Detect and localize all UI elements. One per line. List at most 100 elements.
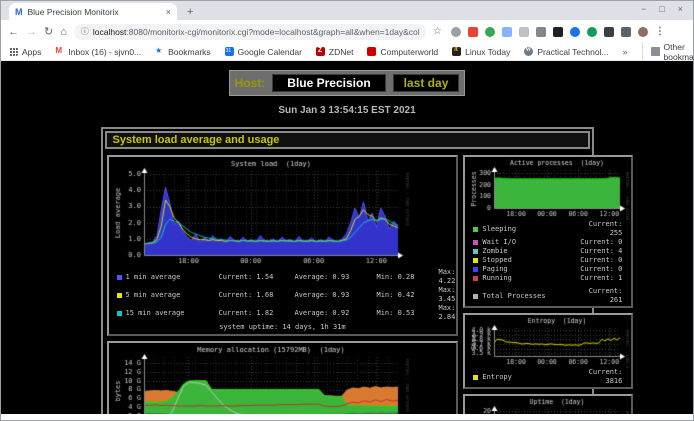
legend-swatch	[473, 375, 478, 380]
messenger-extension-icon[interactable]	[570, 27, 580, 37]
green-circle-extension-icon[interactable]	[587, 27, 597, 37]
legend-text: Max: 3.45	[439, 286, 456, 304]
system-load-chart[interactable]	[110, 158, 410, 268]
processes-chart-panel: SleepingCurrent: 255Wait I/OCurrent: 0Zo…	[463, 155, 633, 308]
close-button[interactable]: ×	[678, 4, 683, 14]
legend-row: SleepingCurrent: 255	[466, 220, 630, 238]
legend-swatch	[117, 293, 122, 298]
bookmark-item[interactable]: Practical Technol...	[524, 47, 608, 57]
legend-swatch	[473, 258, 478, 263]
globe-extension-icon[interactable]	[485, 27, 495, 37]
url-path: :8080/monitorix-cgi/monitorix.cgi?mode=l…	[126, 27, 418, 37]
tab-close-icon[interactable]: ×	[166, 7, 171, 17]
legend-text: Total Processes	[482, 292, 572, 301]
other-bookmarks-label: Other bookmarks	[664, 42, 694, 62]
legend-text: Current: 1.68	[219, 291, 295, 300]
bookmark-label: Computerworld	[380, 47, 438, 57]
media-extension-icon[interactable]	[536, 27, 546, 37]
legend-row: 1 min averageCurrent: 1.54Average: 0.93M…	[110, 268, 456, 286]
camera-extension-icon[interactable]	[519, 27, 529, 37]
entropy-legend: EntropyCurrent: 3816	[466, 368, 630, 386]
tab-list-icon[interactable]	[621, 27, 631, 37]
legend-text: Current: 0	[572, 265, 630, 274]
bookmark-star-icon[interactable]: ☆	[433, 26, 442, 37]
browser-tab[interactable]: M Blue Precision Monitorix ×	[9, 3, 177, 20]
new-tab-button[interactable]: +	[187, 6, 193, 20]
legend-text: Sleeping	[482, 225, 572, 234]
legend-text: Min: 0.42	[377, 291, 439, 300]
bookmark-item[interactable]: Google Calendar	[225, 47, 302, 57]
legend-text: 15 min average	[126, 309, 219, 318]
legend-text: Paging	[482, 265, 572, 274]
gmail-extension-icon[interactable]	[468, 27, 478, 37]
bookmarks-bar: Apps Inbox (16) - sjvn0... Bookmarks Google…	[1, 43, 693, 61]
legend-row: Wait I/OCurrent: 0	[466, 238, 630, 247]
bookmarks-overflow-icon[interactable]: »	[623, 47, 628, 57]
legend-text: Average: 0.93	[295, 291, 377, 300]
bookmark-label: Inbox (16) - sjvn0...	[68, 47, 141, 57]
monitorix-page: Host: Blue Precision last day Sun Jan 3 …	[1, 61, 693, 420]
legend-row: RunningCurrent: 1	[466, 274, 630, 283]
legend-text: Average: 0.93	[295, 273, 377, 282]
gmail-icon	[55, 47, 64, 56]
bookmark-label: Apps	[22, 47, 41, 57]
charts-grid: 1 min averageCurrent: 1.54Average: 0.93M…	[103, 151, 592, 420]
tab-title: Blue Precision Monitorix	[28, 7, 161, 17]
browser-menu-icon[interactable]: ⋮	[655, 26, 665, 37]
minimize-button[interactable]: −	[641, 4, 646, 14]
search-extension-icon[interactable]	[451, 27, 461, 37]
bookmark-label: Linux Today	[465, 47, 510, 57]
system-load-chart-panel: 1 min averageCurrent: 1.54Average: 0.93M…	[107, 155, 459, 336]
memory-allocation-chart[interactable]	[110, 344, 410, 420]
processes-legend: SleepingCurrent: 255Wait I/OCurrent: 0Zo…	[466, 220, 630, 305]
legend-text: 1 min average	[126, 273, 219, 282]
site-info-icon[interactable]: ⓘ	[81, 26, 89, 37]
bookmark-items: Apps Inbox (16) - sjvn0... Bookmarks Google…	[9, 47, 609, 57]
home-button[interactable]: ⌂	[60, 26, 67, 38]
host-select[interactable]: Blue Precision	[272, 74, 385, 92]
entropy-chart[interactable]	[466, 316, 630, 368]
forward-button[interactable]: →	[26, 26, 37, 38]
legend-swatch	[473, 294, 478, 299]
tab-strip: M Blue Precision Monitorix × + − □ ×	[1, 1, 693, 20]
address-bar[interactable]: ⓘ localhost:8080/monitorix-cgi/monitorix…	[74, 24, 426, 40]
bookmark-item[interactable]: Bookmarks	[155, 47, 211, 57]
legend-text: Current: 3816	[572, 368, 630, 386]
legend-swatch	[473, 249, 478, 254]
other-bookmarks-button[interactable]: Other bookmarks	[642, 42, 694, 62]
puzzle-extensions-icon[interactable]	[604, 27, 614, 37]
system-load-legend: 1 min averageCurrent: 1.54Average: 0.93M…	[110, 268, 456, 322]
host-label: Host:	[235, 76, 266, 90]
legend-text: Current: 1.82	[219, 309, 295, 318]
active-processes-chart[interactable]	[466, 158, 630, 220]
bookmark-item[interactable]: Apps	[9, 47, 41, 57]
maximize-button[interactable]: □	[659, 4, 664, 14]
legend-text: Min: 0.28	[377, 273, 439, 282]
time-range-select[interactable]: last day	[393, 74, 460, 92]
bookmark-label: Practical Technol...	[537, 47, 608, 57]
dark-square-extension-icon[interactable]	[553, 27, 563, 37]
legend-row: ZombieCurrent: 4	[466, 247, 630, 256]
legend-text: Stopped	[482, 256, 572, 265]
apps-grid-icon	[9, 47, 18, 56]
avatar[interactable]	[638, 27, 648, 37]
legend-text: Zombie	[482, 247, 572, 256]
bookmark-item[interactable]: Computerworld	[367, 47, 438, 57]
legend-text: Current: 1	[572, 274, 630, 283]
reload-button[interactable]: ↻	[44, 25, 53, 38]
extensions-row	[451, 27, 648, 37]
pages-extension-icon[interactable]	[502, 27, 512, 37]
bookmark-item[interactable]: Inbox (16) - sjvn0...	[55, 47, 141, 57]
legend-row: StoppedCurrent: 0	[466, 256, 630, 265]
legend-row: 5 min averageCurrent: 1.68Average: 0.93M…	[110, 286, 456, 304]
legend-text: Min: 0.53	[377, 309, 439, 318]
back-button[interactable]: ←	[8, 26, 19, 38]
navigation-bar: ← → ↻ ⌂ ⓘ localhost:8080/monitorix-cgi/m…	[1, 20, 693, 43]
star-icon	[155, 47, 164, 56]
current-datetime: Sun Jan 3 13:54:15 EST 2021	[1, 105, 693, 116]
bookmark-item[interactable]: ZDNet	[316, 47, 354, 57]
legend-text: Current: 255	[572, 220, 630, 238]
legend-text: Current: 261	[572, 287, 630, 305]
legend-swatch	[117, 275, 122, 280]
bookmark-item[interactable]: Linux Today	[452, 47, 510, 57]
